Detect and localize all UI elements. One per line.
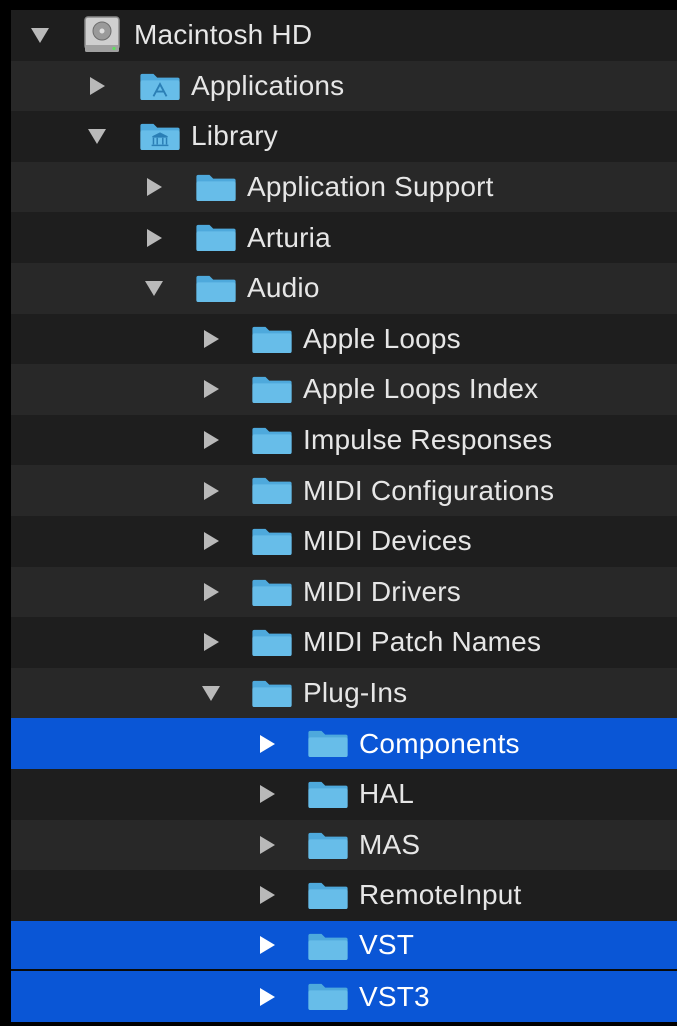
folder-icon [252, 528, 292, 555]
disclosure-collapsed-icon[interactable] [256, 986, 278, 1008]
tree-row-application-support[interactable]: Application Support [11, 161, 677, 213]
disclosure-collapsed-icon[interactable] [256, 834, 278, 856]
tree-row-vst[interactable]: VST [11, 920, 677, 972]
disclosure-collapsed-icon[interactable] [256, 733, 278, 755]
disclosure-collapsed-icon[interactable] [256, 934, 278, 956]
folder-icon [308, 933, 348, 960]
tree-row-midi-configurations[interactable]: MIDI Configurations [11, 465, 677, 516]
applications-folder-icon [140, 73, 180, 100]
tree-row-vst3[interactable]: VST3 [11, 971, 677, 1022]
disclosure-collapsed-icon[interactable] [200, 631, 222, 653]
disclosure-expanded-icon[interactable] [86, 125, 108, 147]
tree-row-macintosh-hd[interactable]: Macintosh HD [11, 10, 677, 61]
tree-row-label: MIDI Configurations [303, 474, 555, 506]
tree-row-label: Plug-Ins [303, 677, 408, 709]
tree-row-mas[interactable]: MAS [11, 819, 677, 871]
tree-row-label: VST [359, 928, 415, 960]
disclosure-collapsed-icon[interactable] [200, 480, 222, 502]
folder-icon [252, 680, 292, 707]
folder-icon [196, 225, 236, 252]
tree-row-label: Components [359, 727, 520, 759]
folder-icon [252, 629, 292, 657]
disclosure-collapsed-icon[interactable] [200, 378, 222, 400]
folder-icon [252, 326, 292, 353]
disclosure-collapsed-icon[interactable] [86, 75, 108, 97]
disclosure-collapsed-icon[interactable] [256, 783, 278, 805]
tree-row-label: MIDI Patch Names [303, 626, 542, 658]
tree-row-label: Apple Loops [303, 322, 461, 354]
tree-row-label: HAL [359, 778, 415, 810]
folder-icon [252, 377, 292, 404]
tree-row-arturia[interactable]: Arturia [11, 212, 677, 263]
folder-icon [308, 731, 348, 758]
tree-row-impulse-responses[interactable]: Impulse Responses [11, 414, 677, 466]
folder-icon [252, 478, 292, 505]
tree-row-label: VST3 [359, 980, 430, 1012]
tree-row-label: Apple Loops Index [303, 373, 539, 405]
tree-row-label: MIDI Devices [303, 525, 472, 557]
folder-icon [196, 275, 236, 302]
tree-row-library[interactable]: Library [11, 111, 677, 162]
disclosure-collapsed-icon[interactable] [256, 884, 278, 906]
disclosure-collapsed-icon[interactable] [200, 429, 222, 451]
disclosure-expanded-icon[interactable] [29, 24, 51, 46]
folder-icon [308, 882, 348, 910]
tree-row-label: Arturia [247, 221, 331, 253]
tree-row-applications[interactable]: Applications [11, 60, 677, 112]
folder-icon [252, 579, 292, 606]
tree-row-label: MIDI Drivers [303, 575, 461, 607]
tree-row-label: Applications [191, 69, 345, 101]
folder-icon [252, 427, 292, 454]
tree-row-midi-drivers[interactable]: MIDI Drivers [11, 566, 677, 618]
disclosure-collapsed-icon[interactable] [200, 581, 222, 603]
tree-row-label: Audio [247, 272, 320, 304]
hard-drive-icon [84, 16, 120, 52]
folder-icon [196, 174, 236, 201]
tree-row-audio[interactable]: Audio [11, 262, 677, 314]
tree-row-label: Application Support [247, 171, 494, 203]
folder-icon [308, 781, 348, 808]
disclosure-collapsed-icon[interactable] [200, 530, 222, 552]
tree-row-hal[interactable]: HAL [11, 768, 677, 820]
tree-row-label: Macintosh HD [134, 19, 313, 51]
library-folder-icon [140, 124, 180, 151]
tree-row-midi-patch-names[interactable]: MIDI Patch Names [11, 617, 677, 668]
tree-row-remoteinput[interactable]: RemoteInput [11, 870, 677, 921]
tree-row-midi-devices[interactable]: MIDI Devices [11, 515, 677, 567]
disclosure-collapsed-icon[interactable] [200, 328, 222, 350]
finder-outline-view: Macintosh HD Applications Library Applic… [11, 10, 677, 1022]
tree-row-label: RemoteInput [359, 879, 522, 911]
tree-row-components[interactable]: Components [11, 718, 677, 769]
disclosure-expanded-icon[interactable] [143, 277, 165, 299]
disclosure-collapsed-icon[interactable] [143, 227, 165, 249]
tree-row-plug-ins[interactable]: Plug-Ins [11, 667, 677, 719]
tree-row-apple-loops[interactable]: Apple Loops [11, 313, 677, 365]
folder-icon [308, 832, 348, 859]
tree-row-label: Library [191, 120, 278, 152]
tree-row-label: MAS [359, 828, 421, 860]
disclosure-expanded-icon[interactable] [200, 682, 222, 704]
folder-icon [308, 984, 348, 1011]
tree-row-label: Impulse Responses [303, 424, 553, 456]
tree-row-apple-loops-index[interactable]: Apple Loops Index [11, 364, 677, 415]
disclosure-collapsed-icon[interactable] [143, 176, 165, 198]
